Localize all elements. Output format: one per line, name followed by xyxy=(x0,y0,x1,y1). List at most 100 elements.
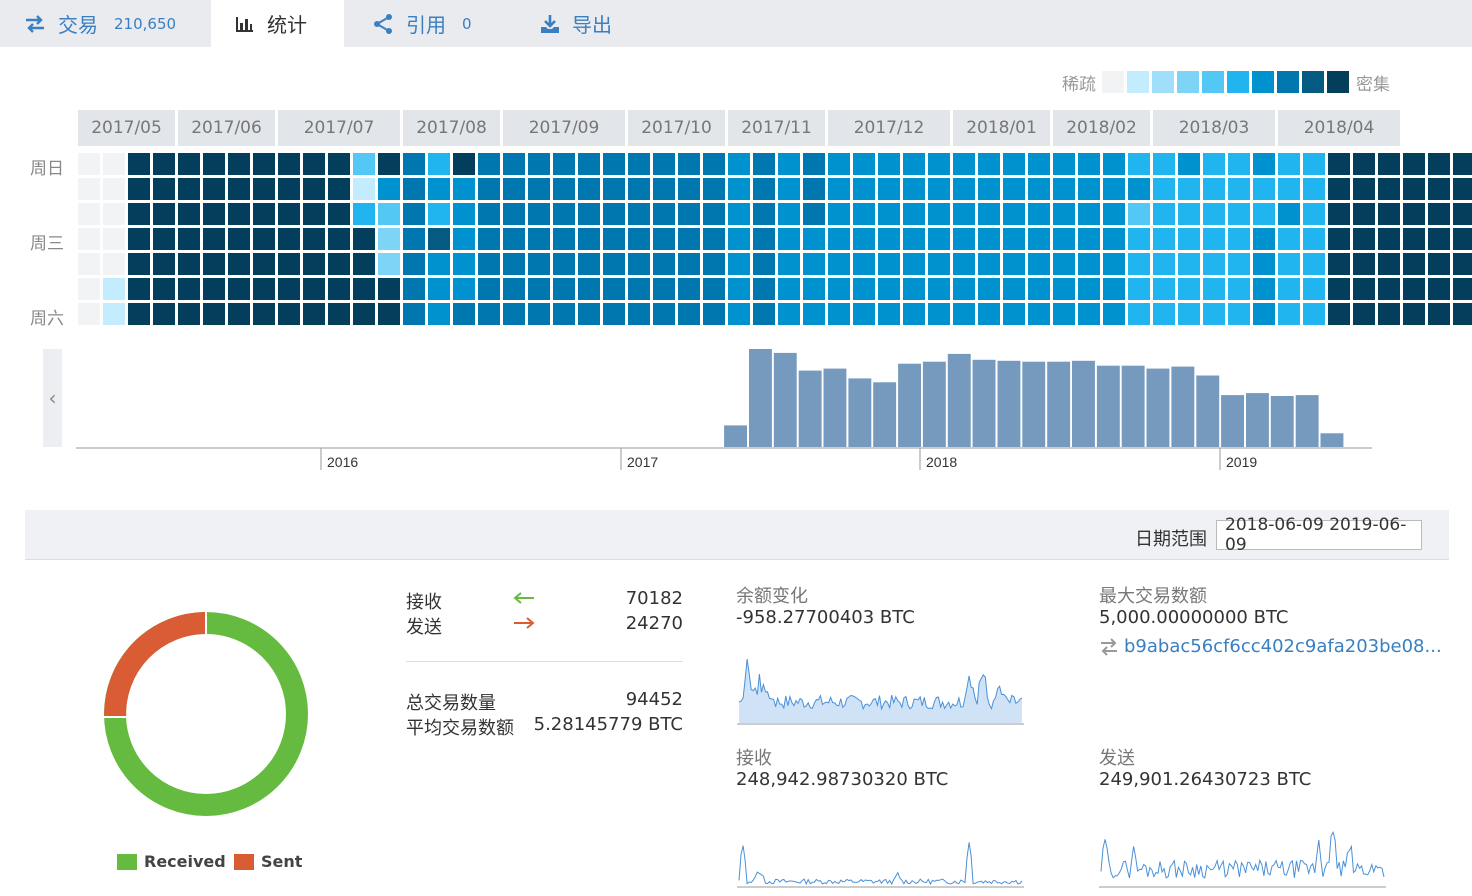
heatmap-cell[interactable] xyxy=(878,178,900,200)
heatmap-cell[interactable] xyxy=(353,228,375,250)
heatmap-cell[interactable] xyxy=(953,203,975,225)
heatmap-cell[interactable] xyxy=(1328,203,1350,225)
heatmap-cell[interactable] xyxy=(553,253,575,275)
heatmap-cell[interactable] xyxy=(678,278,700,300)
heatmap-cell[interactable] xyxy=(478,203,500,225)
heatmap-cell[interactable] xyxy=(653,178,675,200)
heatmap-cell[interactable] xyxy=(1053,153,1075,175)
heatmap-cell[interactable] xyxy=(1253,228,1275,250)
heatmap-cell[interactable] xyxy=(1353,253,1375,275)
heatmap-cell[interactable] xyxy=(853,278,875,300)
heatmap-cell[interactable] xyxy=(1028,303,1050,325)
heatmap-cell[interactable] xyxy=(1453,153,1472,175)
heatmap-cell[interactable] xyxy=(1103,178,1125,200)
heatmap-cell[interactable] xyxy=(428,178,450,200)
heatmap-cell[interactable] xyxy=(303,278,325,300)
heatmap-cell[interactable] xyxy=(803,203,825,225)
heatmap-cell[interactable] xyxy=(953,228,975,250)
heatmap-cell[interactable] xyxy=(328,303,350,325)
heatmap-cell[interactable] xyxy=(1053,203,1075,225)
heatmap-cell[interactable] xyxy=(878,303,900,325)
heatmap-cell[interactable] xyxy=(678,253,700,275)
heatmap-cell[interactable] xyxy=(153,253,175,275)
heatmap-cell[interactable] xyxy=(1378,228,1400,250)
heatmap-cell[interactable] xyxy=(553,203,575,225)
heatmap-cell[interactable] xyxy=(78,178,100,200)
heatmap-cell[interactable] xyxy=(628,203,650,225)
heatmap-cell[interactable] xyxy=(1328,253,1350,275)
heatmap-cell[interactable] xyxy=(478,178,500,200)
heatmap-cell[interactable] xyxy=(1003,278,1025,300)
heatmap-cell[interactable] xyxy=(528,253,550,275)
activity-bar[interactable] xyxy=(1196,375,1220,448)
heatmap-cell[interactable] xyxy=(203,228,225,250)
heatmap-cell[interactable] xyxy=(1178,178,1200,200)
heatmap-cell[interactable] xyxy=(103,253,125,275)
heatmap-cell[interactable] xyxy=(978,253,1000,275)
heatmap-cell[interactable] xyxy=(903,178,925,200)
heatmap-cell[interactable] xyxy=(1353,178,1375,200)
heatmap-cell[interactable] xyxy=(603,303,625,325)
activity-bar[interactable] xyxy=(972,359,996,447)
heatmap-cell[interactable] xyxy=(903,203,925,225)
activity-bar-chart[interactable]: 2016 2017 2018 2019 xyxy=(76,345,1376,475)
heatmap-cell[interactable] xyxy=(528,228,550,250)
heatmap-cell[interactable] xyxy=(353,253,375,275)
heatmap-cell[interactable] xyxy=(678,178,700,200)
heatmap-cell[interactable] xyxy=(953,253,975,275)
heatmap-cell[interactable] xyxy=(428,303,450,325)
heatmap-cell[interactable] xyxy=(1403,203,1425,225)
heatmap-cell[interactable] xyxy=(778,303,800,325)
heatmap-cell[interactable] xyxy=(1053,303,1075,325)
heatmap-cell[interactable] xyxy=(1328,228,1350,250)
heatmap-cell[interactable] xyxy=(653,253,675,275)
heatmap-cell[interactable] xyxy=(728,153,750,175)
heatmap-cell[interactable] xyxy=(178,228,200,250)
heatmap-cell[interactable] xyxy=(228,228,250,250)
heatmap-cell[interactable] xyxy=(303,303,325,325)
heatmap-cell[interactable] xyxy=(778,203,800,225)
heatmap-cell[interactable] xyxy=(1303,153,1325,175)
heatmap-cell[interactable] xyxy=(453,278,475,300)
heatmap-cell[interactable] xyxy=(603,203,625,225)
heatmap-cell[interactable] xyxy=(378,228,400,250)
heatmap-cell[interactable] xyxy=(578,178,600,200)
heatmap-cell[interactable] xyxy=(1253,153,1275,175)
heatmap-cell[interactable] xyxy=(703,228,725,250)
heatmap-cell[interactable] xyxy=(103,153,125,175)
heatmap-cell[interactable] xyxy=(78,203,100,225)
heatmap-cell[interactable] xyxy=(1303,278,1325,300)
heatmap-cell[interactable] xyxy=(853,153,875,175)
heatmap-cell[interactable] xyxy=(828,228,850,250)
heatmap-cell[interactable] xyxy=(828,153,850,175)
heatmap-cell[interactable] xyxy=(178,278,200,300)
heatmap-cell[interactable] xyxy=(153,303,175,325)
heatmap-cell[interactable] xyxy=(628,153,650,175)
heatmap-cell[interactable] xyxy=(1428,178,1450,200)
activity-bar[interactable] xyxy=(898,363,921,447)
heatmap-cell[interactable] xyxy=(1078,203,1100,225)
heatmap-cell[interactable] xyxy=(428,253,450,275)
heatmap-cell[interactable] xyxy=(1203,178,1225,200)
heatmap-cell[interactable] xyxy=(103,303,125,325)
heatmap-cell[interactable] xyxy=(1453,228,1472,250)
heatmap-cell[interactable] xyxy=(653,203,675,225)
heatmap-cell[interactable] xyxy=(1078,153,1100,175)
heatmap-cell[interactable] xyxy=(353,303,375,325)
heatmap-cell[interactable] xyxy=(1203,278,1225,300)
heatmap-cell[interactable] xyxy=(428,203,450,225)
heatmap-cell[interactable] xyxy=(653,228,675,250)
heatmap-cell[interactable] xyxy=(1003,203,1025,225)
heatmap-cell[interactable] xyxy=(953,153,975,175)
heatmap-cell[interactable] xyxy=(78,278,100,300)
heatmap-cell[interactable] xyxy=(228,203,250,225)
heatmap-cell[interactable] xyxy=(453,178,475,200)
heatmap-cell[interactable] xyxy=(778,253,800,275)
heatmap-cell[interactable] xyxy=(1078,228,1100,250)
heatmap-cell[interactable] xyxy=(1303,303,1325,325)
heatmap-cell[interactable] xyxy=(128,278,150,300)
tab-statistics[interactable]: 统计 xyxy=(211,0,344,47)
heatmap-cell[interactable] xyxy=(403,203,425,225)
heatmap-cell[interactable] xyxy=(128,153,150,175)
activity-bar[interactable] xyxy=(724,425,747,447)
